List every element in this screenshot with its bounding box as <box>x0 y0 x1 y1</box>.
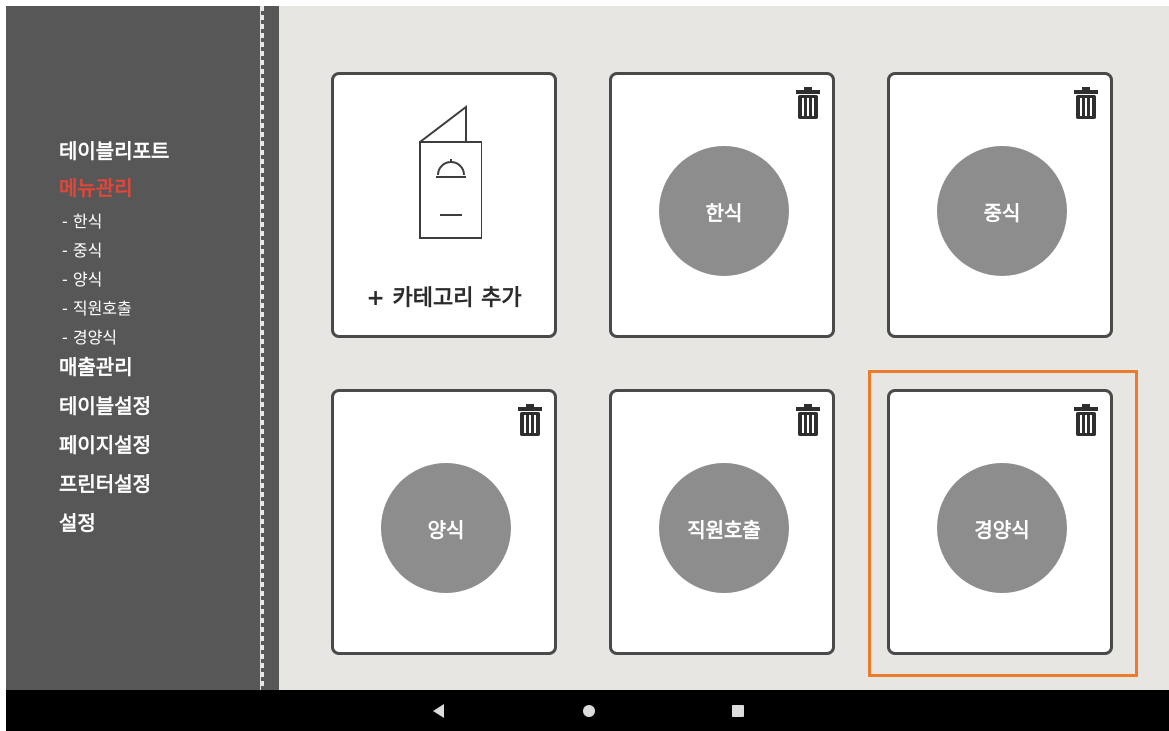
add-category-card[interactable]: + 카테고리 추가 <box>331 72 557 338</box>
sidebar-item-menu-management[interactable]: 메뉴관리 <box>59 173 169 207</box>
sidebar-item-table-settings[interactable]: 테이블설정 <box>59 391 169 430</box>
system-nav-bar <box>6 690 1169 731</box>
trash-icon[interactable] <box>518 404 542 436</box>
sidebar-menu: 테이블리포트 메뉴관리 - 한식 - 중식 - 양식 - 직원호출 - 경양식 … <box>59 136 169 547</box>
back-triangle-icon[interactable] <box>433 704 445 718</box>
sidebar-item-table-report[interactable]: 테이블리포트 <box>59 136 169 173</box>
trash-icon[interactable] <box>796 404 820 436</box>
sidebar-subitem-western[interactable]: - 양식 <box>59 265 169 294</box>
category-label: 양식 <box>381 463 511 593</box>
trash-icon[interactable] <box>1074 87 1098 119</box>
sidebar-subitem-staff-call[interactable]: - 직원호출 <box>59 294 169 323</box>
sidebar-item-sales[interactable]: 매출관리 <box>59 352 169 391</box>
add-category-label: + 카테고리 추가 <box>366 286 522 311</box>
sidebar-item-settings[interactable]: 설정 <box>59 508 169 547</box>
sidebar-item-page-settings[interactable]: 페이지설정 <box>59 430 169 469</box>
sidebar-item-printer-settings[interactable]: 프린터설정 <box>59 469 169 508</box>
sidebar-subitem-chinese[interactable]: - 중식 <box>59 236 169 265</box>
recents-square-icon[interactable] <box>732 705 744 717</box>
trash-icon[interactable] <box>796 87 820 119</box>
category-card[interactable]: 직원호출 <box>609 389 835 655</box>
sidebar-edge <box>264 6 279 690</box>
category-card[interactable]: 중식 <box>887 72 1113 338</box>
category-label: 직원호출 <box>659 463 789 593</box>
category-card[interactable]: 양식 <box>331 389 557 655</box>
category-label: 한식 <box>659 146 789 276</box>
sidebar-subitem-korean[interactable]: - 한식 <box>59 207 169 236</box>
home-circle-icon[interactable] <box>583 705 595 717</box>
category-card[interactable]: 한식 <box>609 72 835 338</box>
category-label: 중식 <box>937 146 1067 276</box>
menu-booklet-icon <box>419 105 482 239</box>
sidebar-subitem-light-western[interactable]: - 경양식 <box>59 323 169 352</box>
selection-highlight <box>868 370 1138 677</box>
